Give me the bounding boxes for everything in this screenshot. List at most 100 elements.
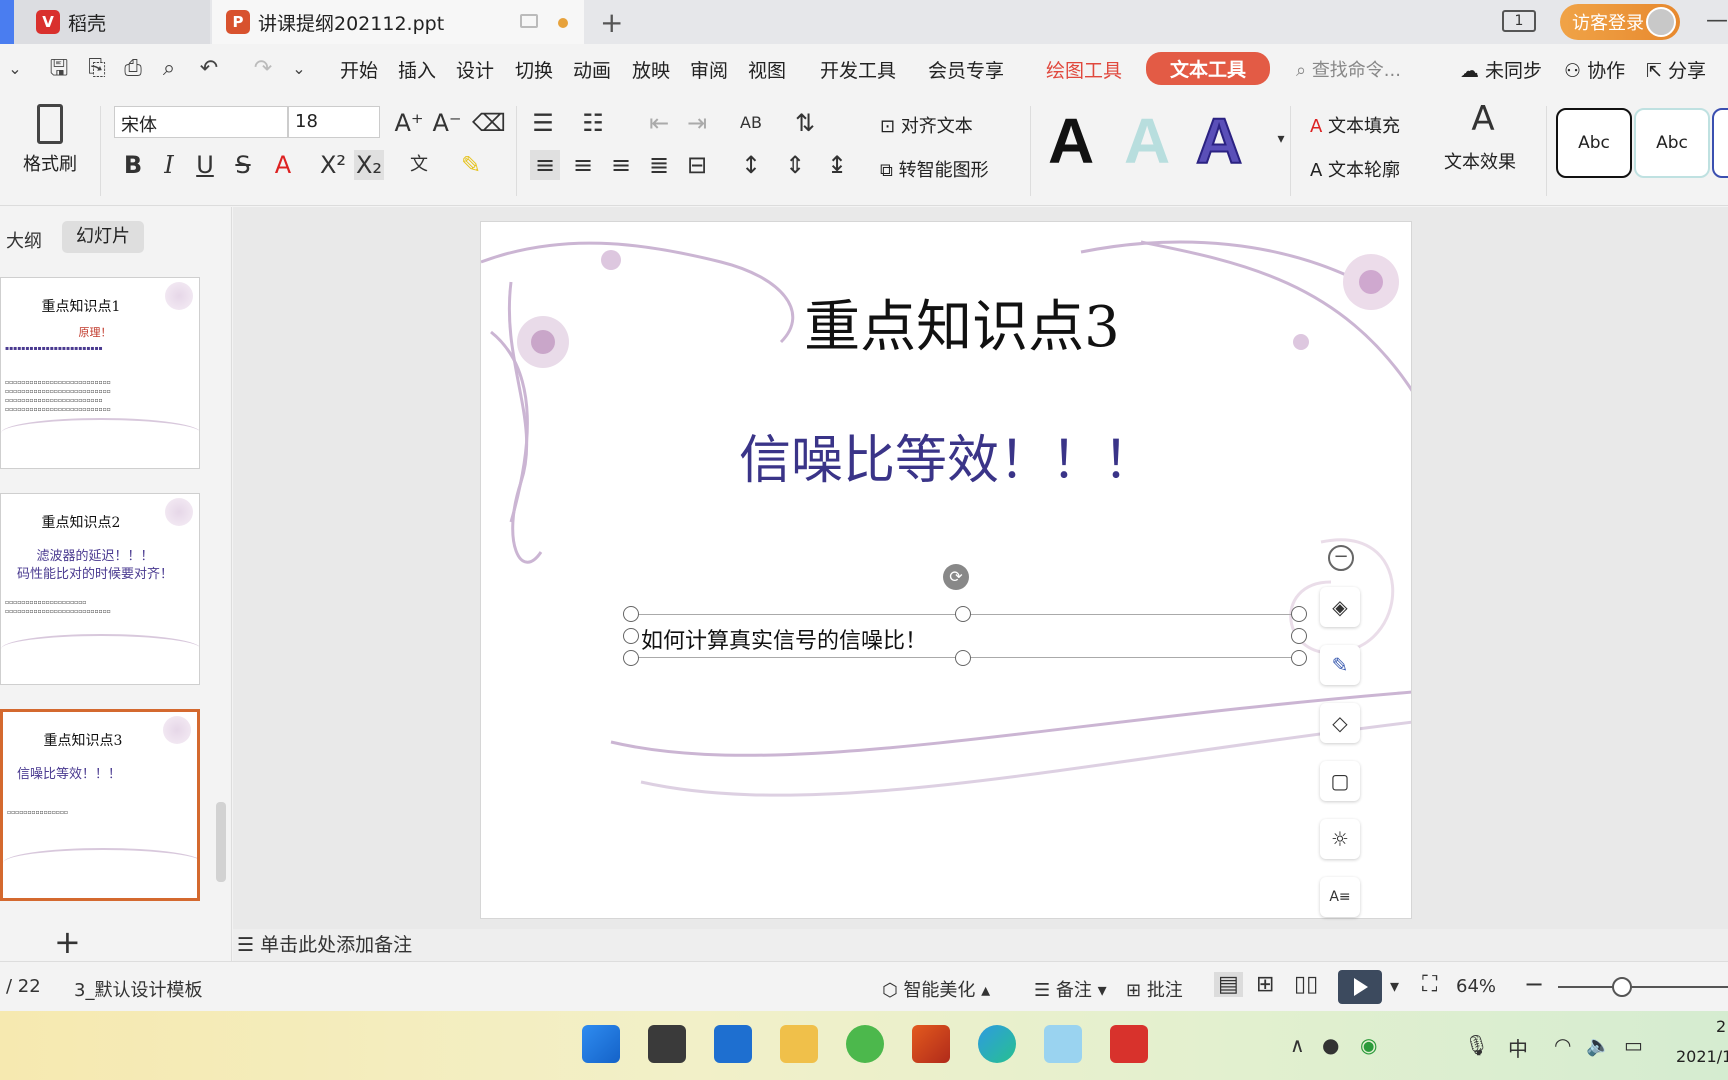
outline-icon[interactable]: ▢ [1320,761,1360,801]
wifi-icon[interactable]: ◠ [1554,1033,1571,1057]
export-icon[interactable]: ⎘ [84,56,110,82]
smart-shape-button[interactable]: ⧉ 转智能图形 [880,156,989,182]
align-right-icon[interactable]: ≡ [606,150,636,180]
ime-indicator[interactable]: 中 [1508,1033,1528,1062]
undo-icon[interactable]: ↶ [196,56,222,82]
resize-handle[interactable] [1291,650,1307,666]
text-fill-button[interactable]: A 文本填充 [1310,112,1400,138]
more-chevron-icon[interactable]: ⌄ [286,56,312,82]
subscript-icon[interactable]: X₂ [354,150,384,180]
textbox-text[interactable]: 如何计算真实信号的信噪比！ [641,623,927,655]
minimize-icon[interactable]: — [1706,8,1728,33]
decrease-indent-icon[interactable]: ⇤ [644,108,674,138]
italic-icon[interactable]: I [154,150,184,180]
menu-animation[interactable]: 动画 [573,56,611,83]
play-options-chevron-icon[interactable]: ▾ [1390,976,1399,997]
shape-style-1[interactable]: Abc [1556,108,1632,178]
save-icon[interactable]: 🖫 [46,56,72,82]
volume-icon[interactable]: 🔈 [1586,1033,1611,1057]
normal-view-icon[interactable]: ▤ [1214,972,1243,997]
slide-thumbnail-1[interactable]: 重点知识点1 原理！ ▪▪▪▪▪▪▪▪▪▪▪▪▪▪▪▪▪▪▪▪▪▪▪▪ ▫▫▫▫… [0,277,200,469]
tab-document[interactable]: P 讲课提纲202112.ppt [212,0,584,44]
window-counter-badge[interactable]: 1 [1502,10,1536,32]
highlight-icon[interactable]: ✎ [456,150,486,180]
slide-title[interactable]: 重点知识点3 [481,282,1411,363]
share-button[interactable]: ⇱ 分享 [1646,56,1706,83]
print-icon[interactable]: ⎙ [120,56,146,82]
zoom-slider[interactable] [1558,986,1728,988]
collapse-toolbar-icon[interactable]: − [1328,545,1354,571]
live-app-icon[interactable] [1044,1025,1082,1063]
menu-design[interactable]: 设计 [456,56,494,83]
widgets-icon[interactable] [714,1025,752,1063]
text-style-black[interactable]: A [1048,104,1094,178]
security-icon[interactable]: ◉ [1360,1033,1377,1057]
wps-office-icon[interactable] [1110,1025,1148,1063]
menu-text-tools[interactable]: 文本工具 [1146,52,1271,85]
notes-bar[interactable]: ☰ 单击此处添加备注 [233,929,1728,961]
numbered-list-icon[interactable]: ☷ [578,108,608,138]
zoom-slider-thumb[interactable] [1612,977,1632,997]
file-explorer-icon[interactable] [780,1025,818,1063]
template-name[interactable]: 3_默认设计模板 [74,976,202,1002]
menu-insert[interactable]: 插入 [398,56,436,83]
tab-daoke[interactable]: V 稻壳 [0,0,210,44]
comments-button[interactable]: ⊞ 批注 [1126,976,1183,1002]
menu-home[interactable]: 开始 [340,56,378,83]
distribute-icon[interactable]: ⊟ [682,150,712,180]
superscript-icon[interactable]: X² [318,150,348,180]
edge-browser-icon[interactable] [978,1025,1016,1063]
resize-handle[interactable] [1291,606,1307,622]
slide-thumbnail-3[interactable]: 重点知识点3 信噪比等效！！！ ▫▫▫▫▫▫▫▫▫▫▫▫▫▫▫ [0,709,200,901]
slide-subtitle[interactable]: 信噪比等效！！！ [481,418,1411,493]
resize-handle[interactable] [623,650,639,666]
windows-start-icon[interactable] [582,1025,620,1063]
resize-handle[interactable] [623,628,639,644]
font-size-select[interactable]: 18 [288,106,380,138]
reading-view-icon[interactable]: ▯▯ [1294,972,1318,997]
layers-icon[interactable]: ◈ [1320,587,1360,627]
text-select-icon[interactable]: A≡ [1320,877,1360,917]
new-tab-button[interactable]: + [600,6,623,39]
command-search[interactable]: ⌕ 查找命令... [1296,56,1401,82]
decrease-font-icon[interactable]: A⁻ [432,108,462,138]
menu-developer[interactable]: 开发工具 [820,56,896,83]
zoom-level[interactable]: 64% [1456,976,1496,997]
visitor-login-button[interactable]: 访客登录 [1560,4,1680,40]
fit-window-icon[interactable]: ⛶ [1422,972,1437,997]
align-center-icon[interactable]: ≡ [568,150,598,180]
panel-scrollbar[interactable] [216,802,226,882]
text-style-purple[interactable]: A [1195,104,1243,178]
menu-review[interactable]: 审阅 [690,56,728,83]
chevron-down-icon[interactable]: ⌄ [2,56,28,82]
resize-handle[interactable] [1291,628,1307,644]
resize-handle[interactable] [623,606,639,622]
text-direction-icon[interactable]: AB [736,108,766,138]
print-preview-icon[interactable]: ⌕ [156,56,182,82]
underline-icon[interactable]: U [190,150,220,180]
task-view-icon[interactable] [648,1025,686,1063]
font-color-icon[interactable]: A [268,150,298,180]
text-effect-button[interactable]: 文本效果 [1444,148,1516,174]
menu-member[interactable]: 会员专享 [928,56,1004,83]
microphone-icon[interactable]: 🎙 [1464,1033,1489,1057]
paragraph-spacing-icon[interactable]: ⇕ [780,150,810,180]
fill-icon[interactable]: ◇ [1320,703,1360,743]
text-style-teal[interactable]: A [1124,104,1170,178]
spacing-options-icon[interactable]: ↨ [822,150,852,180]
phonetic-guide-icon[interactable]: 文 [404,150,434,180]
menu-view[interactable]: 视图 [748,56,786,83]
menu-slideshow[interactable]: 放映 [632,56,670,83]
sort-icon[interactable]: ⇅ [790,108,820,138]
text-outline-button[interactable]: A 文本轮廓 [1310,156,1400,182]
resize-handle[interactable] [955,650,971,666]
tray-expand-icon[interactable]: ∧ [1290,1033,1305,1057]
play-slideshow-button[interactable] [1338,970,1382,1004]
lightbulb-icon[interactable]: ☼ [1320,819,1360,859]
strikethrough-icon[interactable]: S [228,150,258,180]
qq-icon[interactable]: ● [1322,1033,1339,1057]
browser-ie-icon[interactable] [846,1025,884,1063]
zoom-out-icon[interactable]: − [1524,970,1544,998]
resize-handle[interactable] [955,606,971,622]
clock-date[interactable]: 2021/1 [1676,1047,1728,1066]
